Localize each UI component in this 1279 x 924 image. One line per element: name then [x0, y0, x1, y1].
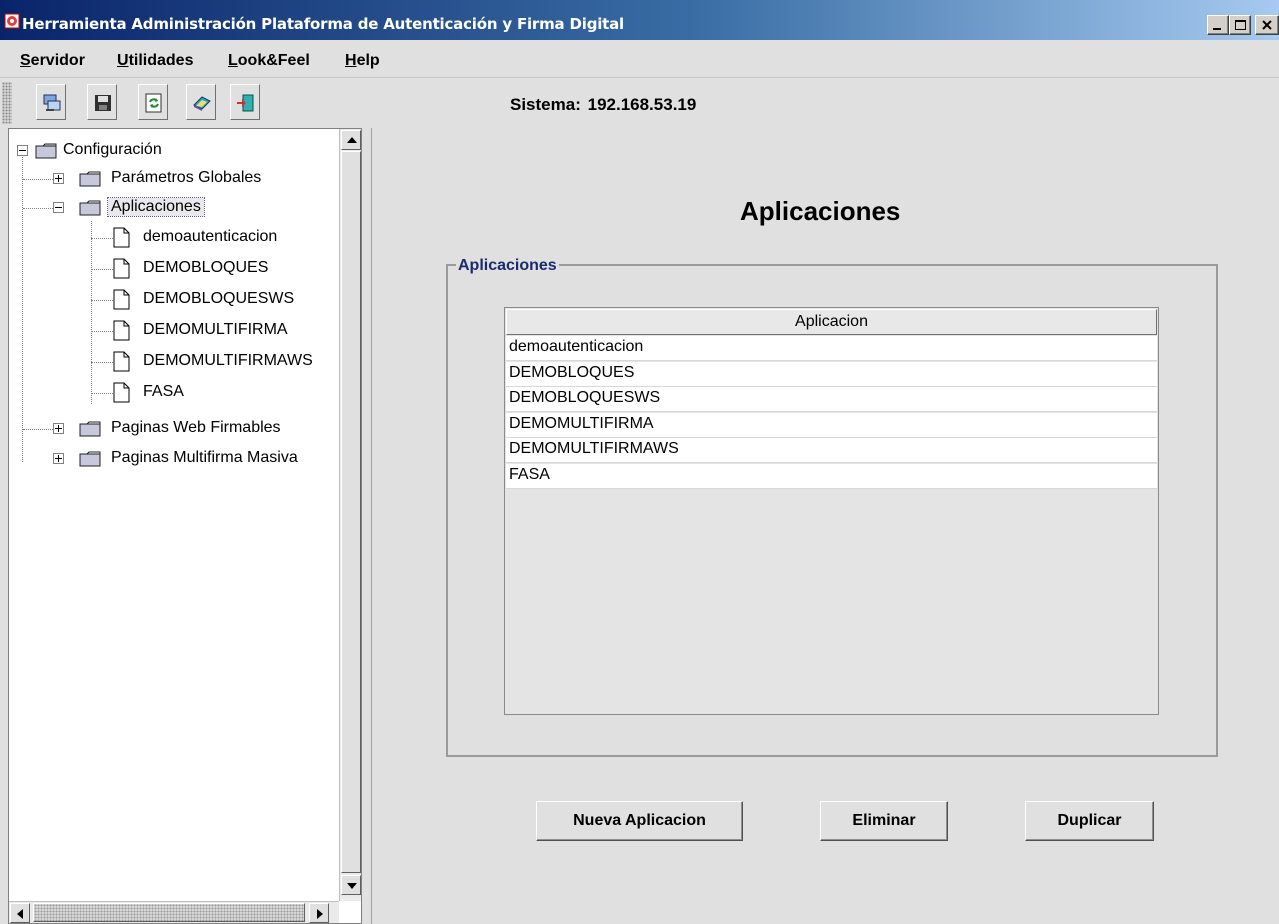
tree-connector: [22, 157, 23, 462]
close-icon: [1262, 20, 1272, 30]
toolbar-grip[interactable]: [2, 82, 12, 124]
scroll-right-button[interactable]: [309, 903, 329, 923]
maximize-icon: [1235, 20, 1246, 30]
sistema-ip: 192.168.53.19: [587, 95, 697, 114]
tree-connector: [91, 269, 113, 270]
eliminar-button[interactable]: Eliminar: [820, 801, 948, 841]
window-title: Herramienta Administración Plataforma de…: [22, 15, 625, 33]
help-book-button[interactable]: [186, 84, 216, 120]
menu-bar: Servidor Utilidades Look&Feel Help: [0, 40, 1279, 78]
exit-door-icon: [237, 94, 254, 112]
tree-connector: [91, 331, 113, 332]
tree-node-configuracion[interactable]: Configuración: [17, 139, 317, 163]
app-logo-icon: [4, 13, 20, 29]
tree-connector: [91, 393, 113, 394]
minimize-icon: [1213, 28, 1221, 30]
tree-leaf-demobloquesws[interactable]: DEMOBLOQUESWS: [91, 288, 341, 312]
split-pane-divider[interactable]: [362, 128, 372, 924]
duplicar-button[interactable]: Duplicar: [1025, 801, 1154, 841]
tree-connector: [23, 179, 53, 180]
document-icon: [113, 320, 130, 341]
document-icon: [113, 227, 130, 248]
sistema-indicator: Sistema: 192.168.53.19: [510, 95, 697, 114]
collapse-icon[interactable]: [17, 145, 28, 156]
scroll-down-button[interactable]: [341, 875, 361, 895]
tree-connector: [23, 429, 53, 430]
table-row[interactable]: DEMOMULTIFIRMAWS: [506, 438, 1157, 463]
menu-lookandfeel[interactable]: Look&Feel: [228, 52, 310, 70]
horizontal-scroll-thumb[interactable]: [33, 903, 305, 922]
tree-connector: [91, 362, 113, 363]
tree-node-paginas-web-firmables[interactable]: Paginas Web Firmables: [23, 417, 343, 441]
arrow-up-icon: [347, 137, 357, 143]
save-disk-icon: [95, 95, 111, 111]
document-icon: [113, 351, 130, 372]
save-button[interactable]: [87, 84, 117, 120]
close-button[interactable]: [1255, 15, 1279, 35]
refresh-icon: [145, 93, 162, 113]
aplicaciones-table[interactable]: Aplicacion demoautenticacion DEMOBLOQUES…: [504, 307, 1159, 715]
folder-icon: [79, 171, 101, 187]
folder-icon: [79, 421, 101, 437]
folder-icon: [35, 143, 57, 159]
document-icon: [113, 289, 130, 310]
tree-leaf-demoautenticacion[interactable]: demoautenticacion: [91, 226, 341, 250]
menu-servidor[interactable]: Servidor: [20, 52, 85, 70]
page-title: Aplicaciones: [740, 196, 901, 226]
tree-horizontal-scrollbar[interactable]: [9, 901, 339, 923]
window-title-bar[interactable]: Herramienta Administración Plataforma de…: [0, 0, 1279, 40]
minimize-button[interactable]: [1207, 15, 1229, 35]
folder-icon: [79, 451, 101, 467]
tree-vertical-scrollbar[interactable]: [339, 129, 361, 901]
tree-leaf-fasa[interactable]: FASA: [91, 381, 341, 405]
menu-utilidades[interactable]: Utilidades: [117, 52, 193, 70]
exit-button[interactable]: [230, 84, 260, 120]
scroll-left-button[interactable]: [10, 903, 30, 923]
nueva-aplicacion-button[interactable]: Nueva Aplicacion: [536, 801, 743, 841]
toolbar: Sistema: 192.168.53.19: [0, 78, 1279, 128]
tree-leaf-demomultifirma[interactable]: DEMOMULTIFIRMA: [91, 319, 341, 343]
table-row[interactable]: DEMOBLOQUESWS: [506, 387, 1157, 412]
group-legend: Aplicaciones: [456, 257, 559, 275]
vertical-scroll-thumb[interactable]: [341, 151, 361, 873]
table-row[interactable]: FASA: [506, 464, 1157, 489]
network-computer-icon: [43, 94, 61, 111]
tree-connector: [91, 238, 113, 239]
tree-leaf-demobloques[interactable]: DEMOBLOQUES: [91, 257, 341, 281]
book-icon: [193, 96, 211, 111]
configuration-tree[interactable]: Configuración Parámetros Globales Aplica…: [8, 128, 362, 924]
connect-button[interactable]: [36, 84, 66, 120]
maximize-button[interactable]: [1229, 15, 1251, 35]
table-row[interactable]: demoautenticacion: [506, 336, 1157, 361]
tree-connector: [23, 208, 53, 209]
expand-icon[interactable]: [53, 173, 64, 184]
refresh-button[interactable]: [138, 84, 168, 120]
menu-help[interactable]: Help: [345, 52, 380, 70]
collapse-icon[interactable]: [53, 202, 64, 213]
folder-icon: [79, 200, 101, 216]
arrow-left-icon: [17, 909, 23, 919]
tree-node-aplicaciones[interactable]: Aplicaciones: [23, 196, 343, 220]
tree-leaf-demomultifirmaws[interactable]: DEMOMULTIFIRMAWS: [91, 350, 341, 374]
tree-node-parametros-globales[interactable]: Parámetros Globales: [23, 167, 343, 191]
expand-icon[interactable]: [53, 423, 64, 434]
table-row[interactable]: DEMOBLOQUES: [506, 362, 1157, 387]
document-icon: [113, 258, 130, 279]
table-header-aplicacion[interactable]: Aplicacion: [506, 309, 1157, 335]
tree-connector: [91, 300, 113, 301]
tree-node-paginas-multifirma-masiva[interactable]: Paginas Multifirma Masiva: [53, 447, 339, 471]
arrow-right-icon: [317, 909, 323, 919]
scroll-up-button[interactable]: [341, 130, 361, 150]
arrow-down-icon: [347, 883, 357, 889]
document-icon: [113, 382, 130, 403]
table-row[interactable]: DEMOMULTIFIRMA: [506, 413, 1157, 438]
expand-icon[interactable]: [53, 453, 64, 464]
